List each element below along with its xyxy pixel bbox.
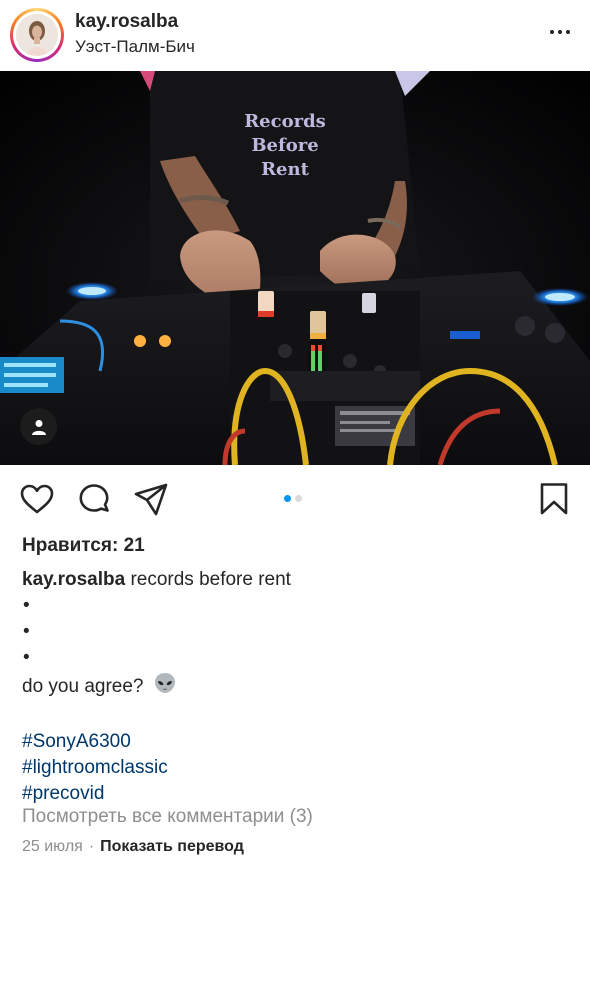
carousel-indicator	[284, 495, 302, 502]
caption-question: do you agree?	[22, 676, 144, 698]
post-photo[interactable]: Records Before Rent	[0, 71, 590, 465]
save-button[interactable]	[536, 481, 572, 517]
shirt-text-2: Before	[251, 135, 318, 156]
more-options-button[interactable]	[543, 18, 577, 46]
like-button[interactable]	[19, 481, 55, 517]
likes-count[interactable]: Нравится: 21	[22, 535, 145, 557]
tag-people-button[interactable]	[20, 408, 57, 445]
story-ring[interactable]	[10, 8, 64, 62]
more-horizontal-icon	[550, 30, 554, 34]
post-header: kay.rosalba Уэст-Палм-Бич	[0, 0, 590, 71]
post-location[interactable]: Уэст-Палм-Бич	[75, 37, 195, 57]
show-translation-link[interactable]: Показать перевод	[100, 838, 244, 856]
hashtag-link[interactable]: #precovid	[22, 781, 572, 807]
heart-icon	[20, 484, 54, 514]
hashtag-link[interactable]: #lightroomclassic	[22, 755, 572, 781]
post-date: 25 июля	[22, 838, 83, 855]
caption-first-line: kay.rosalba records before rent	[22, 567, 572, 593]
post-meta: 25 июля · Показать перевод	[22, 838, 244, 856]
avatar[interactable]	[16, 14, 58, 56]
post-username[interactable]: kay.rosalba	[75, 11, 178, 33]
dj-mixer-photo: Records Before Rent	[0, 71, 590, 465]
send-icon	[134, 483, 168, 516]
view-all-comments-link[interactable]: Посмотреть все комментарии (3)	[22, 806, 313, 828]
hashtag-link[interactable]: #SonyA6300	[22, 729, 572, 755]
caption: kay.rosalba records before rent • • • do…	[22, 567, 572, 807]
caption-text: records before rent	[130, 569, 291, 590]
alien-emoji-icon	[153, 671, 177, 703]
carousel-dot-active[interactable]	[284, 495, 291, 502]
meta-separator: ·	[88, 838, 95, 855]
shirt-text-3: Rent	[261, 159, 309, 180]
caption-bullet: •	[23, 595, 30, 616]
caption-bullet: •	[23, 621, 30, 642]
caption-question-line: do you agree?	[22, 671, 572, 703]
user-tag-icon	[31, 419, 46, 435]
shirt-text-1: Records	[244, 111, 326, 132]
avatar-image	[16, 14, 58, 56]
comment-button[interactable]	[76, 481, 112, 517]
caption-bullet: •	[23, 647, 30, 668]
share-button[interactable]	[133, 481, 169, 517]
caption-username[interactable]: kay.rosalba	[22, 569, 125, 590]
comment-icon	[79, 484, 109, 512]
bookmark-icon	[540, 483, 568, 515]
carousel-dot[interactable]	[295, 495, 302, 502]
